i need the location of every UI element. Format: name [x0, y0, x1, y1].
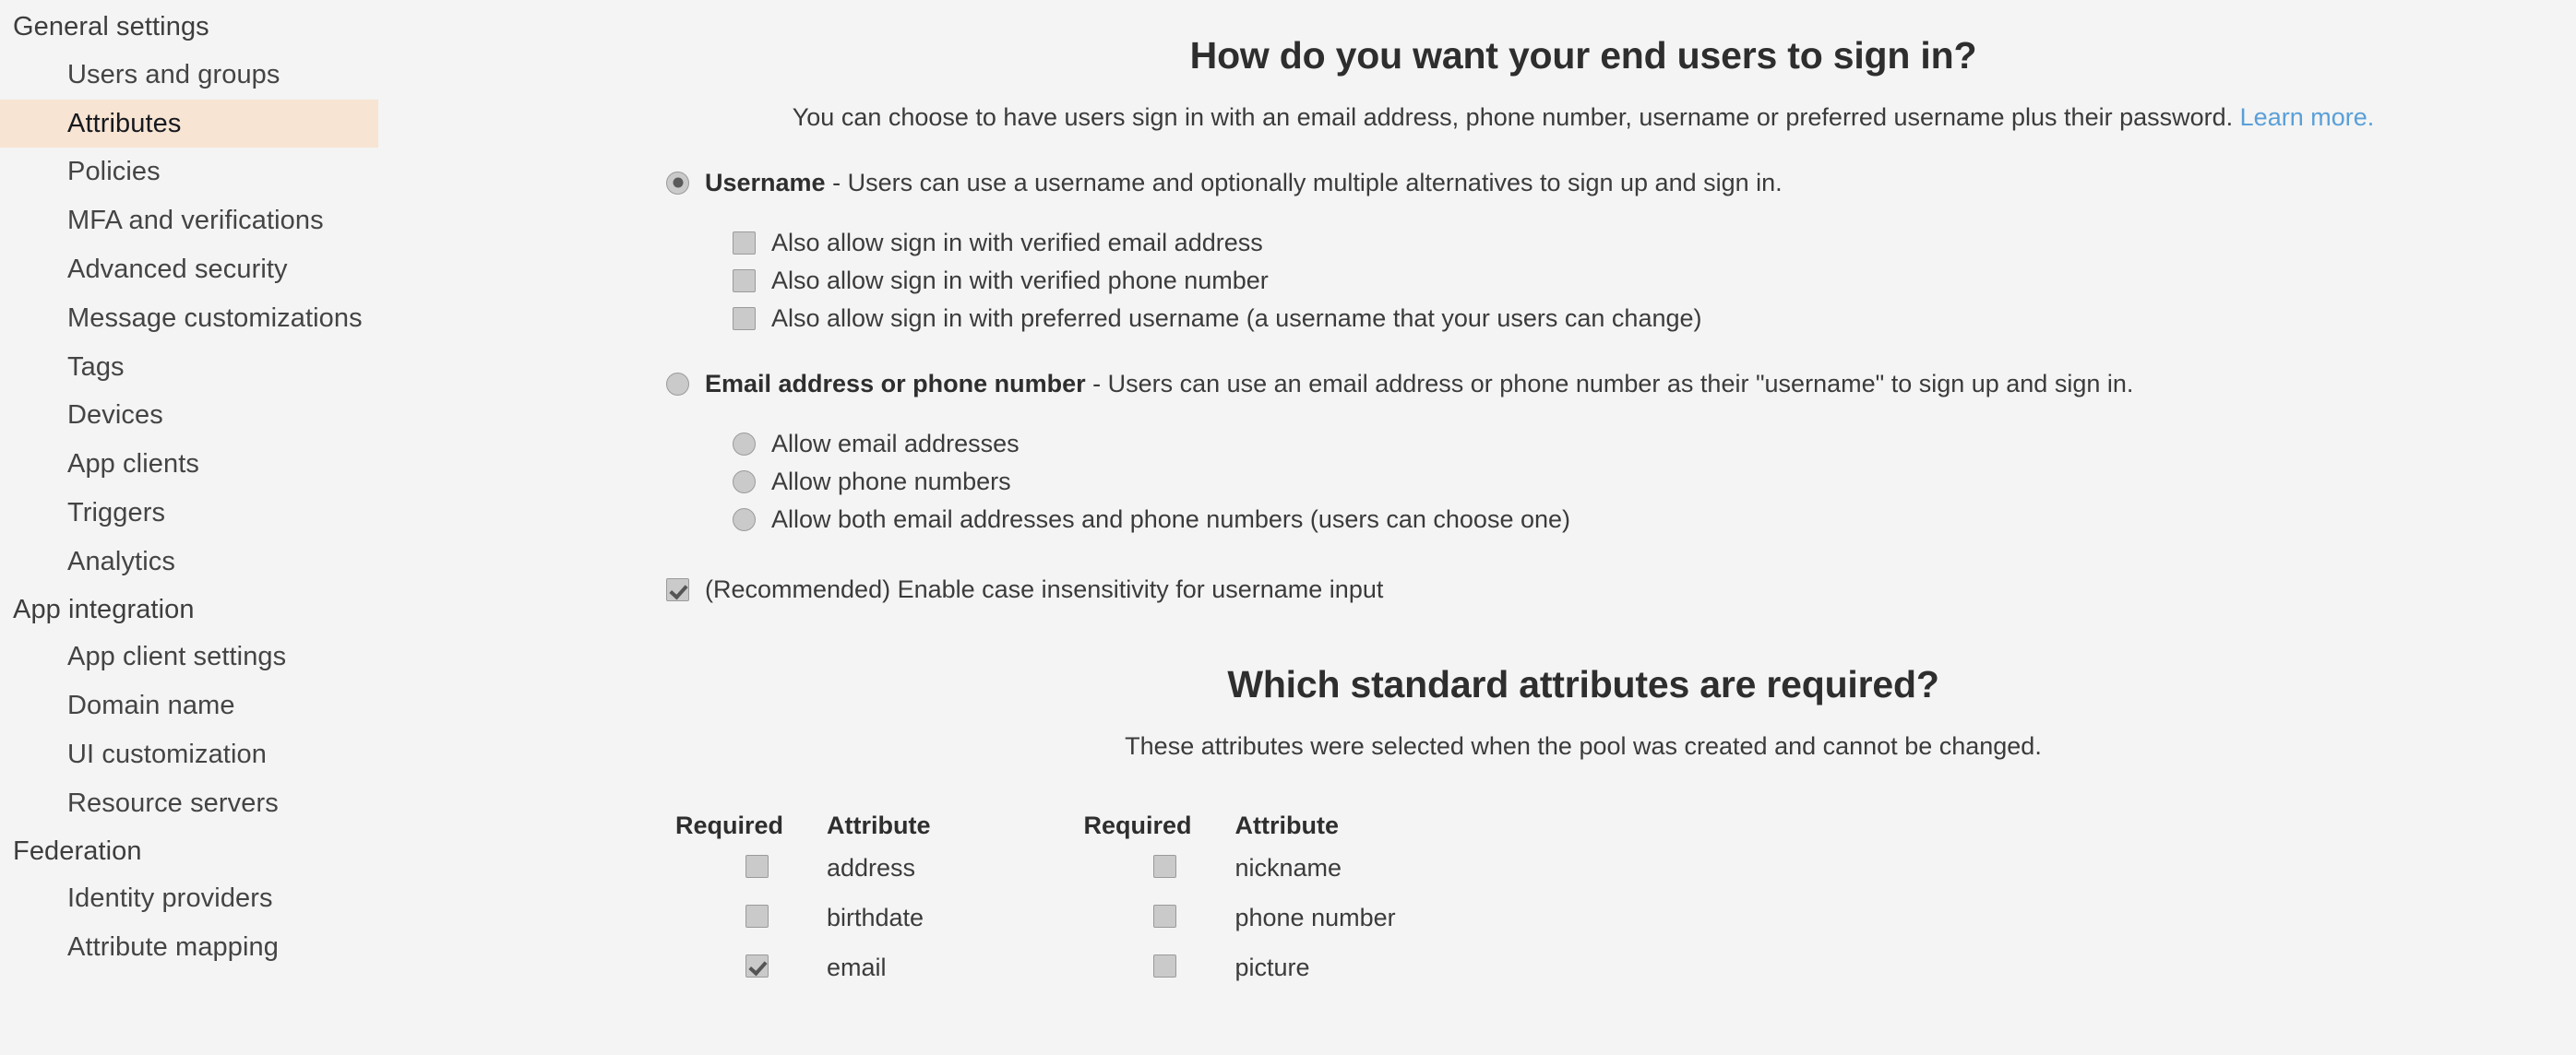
required-cell — [1083, 954, 1234, 1004]
required-cell — [675, 904, 827, 954]
signin-option-username-label: Username - Users can use a username and … — [689, 169, 1783, 196]
sidebar-item-triggers[interactable]: Triggers — [0, 489, 590, 538]
signin-options-group: Username - Users can use a username and … — [590, 169, 2576, 533]
radio-allow-both-icon[interactable] — [733, 507, 756, 531]
radio-allow-both-label: Allow both email addresses and phone num… — [771, 504, 1571, 533]
nav-group-title-app-integration: App integration — [13, 594, 195, 624]
learn-more-link[interactable]: Learn more. — [2240, 103, 2375, 131]
sidebar-item-analytics[interactable]: Analytics — [0, 538, 590, 587]
table-header-row: Required Attribute — [1083, 812, 1395, 855]
radio-email-or-phone-icon[interactable] — [666, 372, 689, 396]
attributes-table-left: Required Attribute address birthdate ema… — [675, 812, 930, 1004]
checkbox-preferred-username-label: Also allow sign in with preferred userna… — [771, 303, 1702, 332]
sidebar-item-domain-name[interactable]: Domain name — [0, 682, 590, 730]
sidebar-item-users-and-groups[interactable]: Users and groups — [0, 51, 590, 100]
column-header-attribute: Attribute — [1234, 811, 1339, 839]
checkbox-case-insensitivity-label: (Recommended) Enable case insensitivity … — [705, 575, 1384, 603]
page-root: General settings Users and groups Attrib… — [0, 0, 2576, 1055]
sidebar-item-ui-customization[interactable]: UI customization — [0, 730, 590, 779]
sidebar-item-attribute-mapping[interactable]: Attribute mapping — [0, 923, 590, 972]
sidebar-navigation: General settings Users and groups Attrib… — [0, 0, 590, 972]
signin-option-email-or-phone-title: Email address or phone number — [705, 369, 1086, 397]
attribute-name-cell: nickname — [1234, 853, 1342, 882]
signin-description-text: You can choose to have users sign in wit… — [792, 102, 2234, 131]
checkbox-case-insensitivity-icon[interactable] — [666, 577, 689, 601]
table-row: address — [675, 853, 930, 905]
signin-option-username-title: Username — [705, 168, 826, 196]
required-cell — [675, 954, 827, 1004]
checkbox-required-address-icon[interactable] — [745, 854, 769, 878]
sidebar-item-advanced-security[interactable]: Advanced security — [0, 245, 590, 294]
checkbox-required-picture-icon[interactable] — [1152, 954, 1176, 978]
sidebar-item-tags[interactable]: Tags — [0, 343, 590, 392]
sidebar-item-app-clients[interactable]: App clients — [0, 440, 590, 489]
checkbox-row-case-insensitivity[interactable]: (Recommended) Enable case insensitivity … — [590, 575, 2576, 603]
checkbox-verified-email-icon[interactable] — [733, 231, 756, 255]
radio-allow-phone-numbers-icon[interactable] — [733, 469, 756, 493]
checkbox-preferred-username-icon[interactable] — [733, 306, 756, 330]
checkbox-verified-email-label: Also allow sign in with verified email a… — [771, 228, 1263, 256]
sidebar-item-app-client-settings[interactable]: App client settings — [0, 633, 590, 682]
sidebar-item-policies[interactable]: Policies — [0, 148, 590, 196]
signin-heading: How do you want your end users to sign i… — [1189, 34, 1977, 77]
checkbox-row-verified-phone[interactable]: Also allow sign in with verified phone n… — [666, 267, 2576, 294]
table-row: email — [675, 954, 930, 1004]
checkbox-required-birthdate-icon[interactable] — [745, 904, 769, 928]
required-cell — [1083, 904, 1234, 954]
table-row: phone number — [1083, 903, 1396, 954]
sidebar-item-mfa-and-verifications[interactable]: MFA and verifications — [0, 196, 590, 245]
signin-option-email-or-phone-label: Email address or phone number - Users ca… — [689, 370, 2133, 397]
radio-allow-email-addresses-label: Allow email addresses — [771, 429, 1020, 457]
main-content: How do you want your end users to sign i… — [590, 0, 2576, 1004]
sidebar-item-devices[interactable]: Devices — [0, 391, 590, 440]
checkbox-required-nickname-icon[interactable] — [1152, 854, 1176, 878]
column-header-attribute: Attribute — [827, 811, 931, 839]
signin-description: You can choose to have users sign in wit… — [590, 103, 2576, 132]
checkbox-verified-phone-label: Also allow sign in with verified phone n… — [771, 266, 1269, 294]
sidebar-item-identity-providers[interactable]: Identity providers — [0, 874, 590, 923]
checkbox-required-phone-number-icon[interactable] — [1152, 904, 1176, 928]
required-cell — [1083, 854, 1234, 905]
radio-row-allow-email-addresses[interactable]: Allow email addresses — [666, 430, 2576, 457]
attribute-name-cell: picture — [1234, 953, 1310, 981]
signin-option-email-or-phone-desc: - Users can use an email address or phon… — [1085, 369, 2134, 397]
table-row: nickname — [1083, 853, 1395, 905]
checkbox-row-preferred-username[interactable]: Also allow sign in with preferred userna… — [666, 304, 2576, 332]
table-row: picture — [1083, 954, 1395, 1004]
required-cell — [675, 854, 827, 905]
attribute-name-cell: phone number — [1234, 903, 1396, 931]
nav-group-title-general-settings: General settings — [13, 12, 209, 41]
nav-group-title-federation: Federation — [13, 836, 142, 866]
sidebar-item-resource-servers[interactable]: Resource servers — [0, 779, 590, 828]
checkbox-verified-phone-icon[interactable] — [733, 268, 756, 292]
attribute-name-cell: birthdate — [827, 903, 924, 931]
attribute-name-cell: address — [827, 853, 916, 882]
signin-option-username-desc: - Users can use a username and optionall… — [825, 168, 1783, 196]
attributes-heading: Which standard attributes are required? — [1227, 663, 1939, 706]
checkbox-row-verified-email[interactable]: Also allow sign in with verified email a… — [666, 229, 2576, 256]
table-row: birthdate — [675, 903, 930, 954]
checkbox-required-email-icon[interactable] — [745, 954, 769, 978]
radio-allow-email-addresses-icon[interactable] — [733, 432, 756, 456]
attributes-description: These attributes were selected when the … — [1125, 731, 2042, 760]
column-header-required: Required — [1083, 811, 1192, 839]
attributes-tables: Required Attribute address birthdate ema… — [590, 812, 2576, 1004]
radio-allow-phone-numbers-label: Allow phone numbers — [771, 467, 1011, 495]
table-header-row: Required Attribute — [675, 812, 930, 855]
radio-row-allow-phone-numbers[interactable]: Allow phone numbers — [666, 468, 2576, 495]
sidebar-item-message-customizations[interactable]: Message customizations — [0, 294, 590, 343]
sidebar-item-attributes[interactable]: Attributes — [0, 99, 378, 148]
signin-option-email-or-phone[interactable]: Email address or phone number - Users ca… — [666, 370, 2576, 397]
radio-row-allow-both[interactable]: Allow both email addresses and phone num… — [666, 505, 2576, 533]
radio-username-icon[interactable] — [666, 171, 689, 195]
attribute-name-cell: email — [827, 953, 887, 981]
column-header-required: Required — [675, 811, 784, 839]
signin-option-username[interactable]: Username - Users can use a username and … — [666, 169, 2576, 196]
attributes-table-right: Required Attribute nickname phone number — [1083, 812, 1395, 1004]
